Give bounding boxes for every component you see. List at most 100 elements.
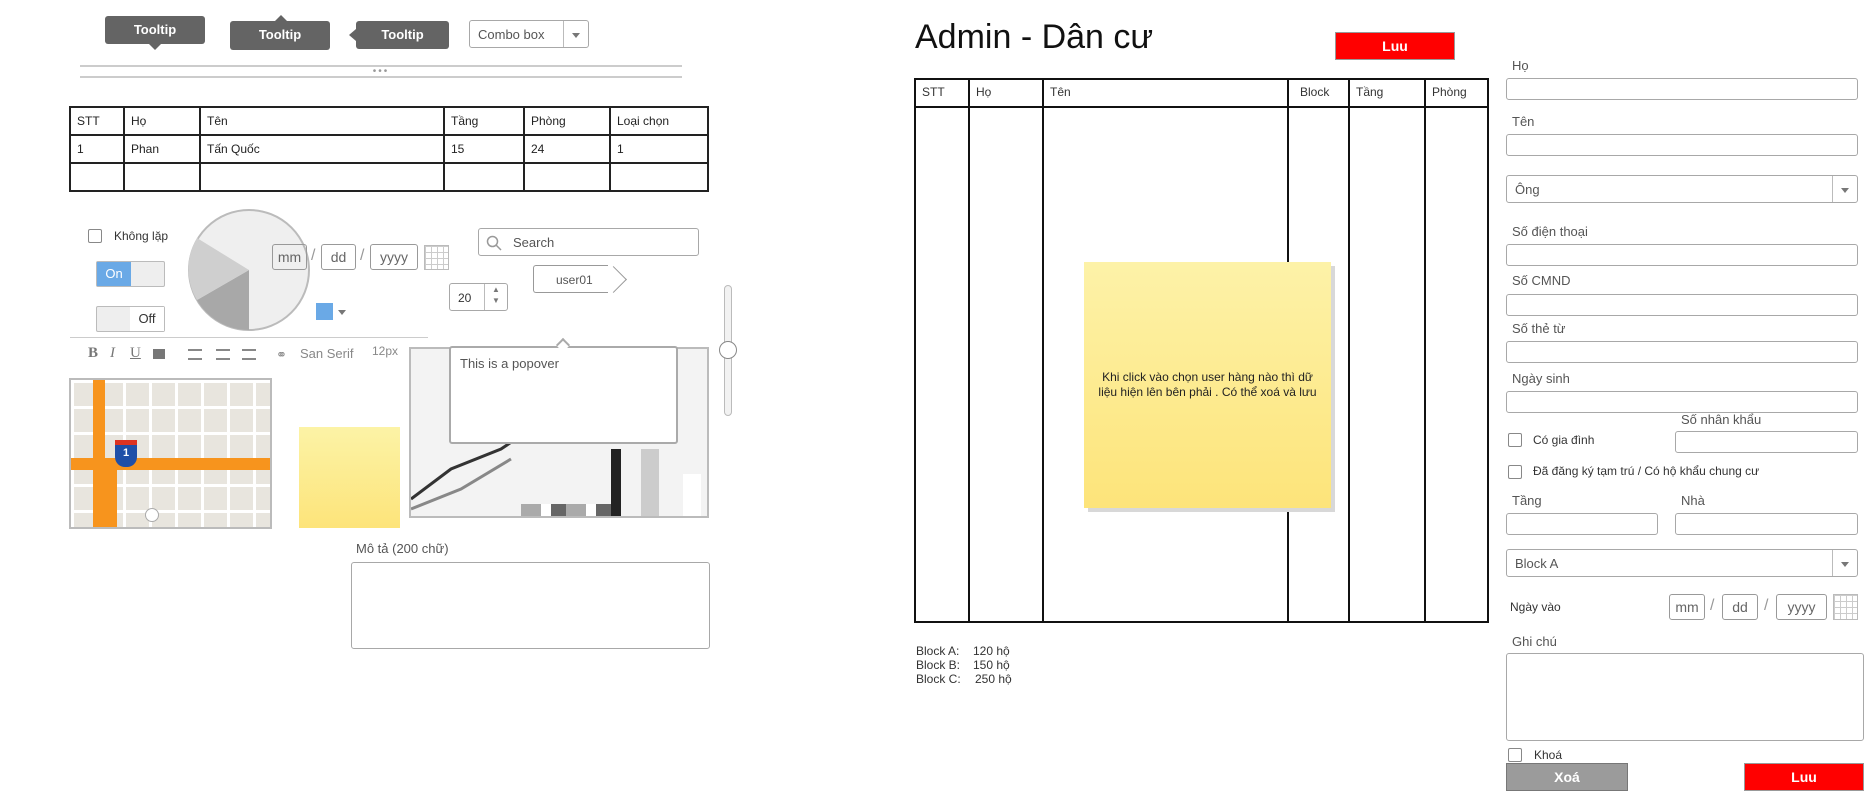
year-field[interactable]: yyyy [370, 244, 418, 270]
phone-field[interactable] [1506, 244, 1858, 266]
map-pin-icon [145, 508, 159, 522]
no-repeat-label: Không lặp [114, 229, 169, 243]
table-row[interactable]: 1 Phan Tấn Quốc 15 24 1 [69, 134, 709, 164]
month-field[interactable]: mm [272, 244, 307, 270]
label-cmnd: Số CMND [1512, 273, 1571, 288]
summary-label: Block C: [916, 672, 961, 686]
stepper-value: 20 [458, 291, 472, 305]
table-cell [523, 162, 611, 192]
tooltip-1: Tooltip [105, 16, 205, 44]
column-header-ho[interactable]: Họ [976, 85, 991, 99]
chevron-down-icon[interactable] [563, 21, 588, 47]
cmnd-field[interactable] [1506, 294, 1858, 316]
bold-icon[interactable]: B [88, 345, 98, 362]
chart-bar [641, 449, 659, 516]
column-header-ten[interactable]: Tên [1050, 85, 1071, 99]
entry-year-field[interactable]: yyyy [1776, 594, 1827, 620]
table-cell: 15 [443, 134, 525, 164]
pie-chart-icon [188, 209, 310, 331]
save-button-top[interactable]: Luu [1335, 32, 1455, 60]
delete-button[interactable]: Xoá [1506, 763, 1628, 791]
ho-field[interactable] [1506, 78, 1858, 100]
map-widget[interactable]: 1 [69, 378, 272, 529]
lock-label: Khoá [1534, 748, 1563, 762]
toggle-off[interactable]: Off [96, 306, 165, 332]
block-value: Block A [1515, 556, 1559, 571]
search-input[interactable]: Search [478, 228, 699, 256]
description-label: Mô tả (200 chữ) [356, 541, 449, 556]
family-checkbox[interactable] [1508, 433, 1522, 447]
map-highway-v2 [105, 470, 117, 527]
search-icon [486, 235, 502, 251]
calendar-icon[interactable] [1833, 594, 1858, 620]
popover-text: This is a popover [460, 356, 559, 371]
notes-textarea[interactable] [1506, 653, 1864, 741]
link-icon[interactable]: ⚭ [276, 347, 287, 363]
color-swatch[interactable] [316, 303, 333, 320]
table-cell [609, 162, 709, 192]
toggle-on[interactable]: On [96, 261, 165, 287]
card-field[interactable] [1506, 341, 1858, 363]
day-field[interactable]: dd [321, 244, 356, 270]
table-row[interactable] [69, 162, 709, 192]
summary-row: Block A: 120 hộ [916, 644, 1012, 658]
table-cell: 24 [523, 134, 611, 164]
font-family-select[interactable]: San Serif [300, 346, 353, 361]
column-header-phong[interactable]: Phòng [1432, 85, 1467, 99]
column-header-block[interactable]: Block [1300, 85, 1329, 99]
numbered-list-icon[interactable] [216, 349, 230, 360]
user-tag[interactable]: user01 [533, 265, 608, 293]
editor-toolbar: B I U ⚭ San Serif 12px [70, 337, 428, 365]
chevron-down-icon[interactable] [1832, 550, 1857, 576]
popover: This is a popover [449, 346, 678, 444]
label-notes: Ghi chú [1512, 634, 1557, 649]
registered-checkbox[interactable] [1508, 465, 1522, 479]
combo-box[interactable]: Combo box [469, 20, 589, 48]
summary-value: 120 hộ [973, 644, 1010, 658]
save-button[interactable]: Luu [1744, 763, 1864, 791]
underline-icon[interactable]: U [130, 345, 141, 362]
entry-month-field[interactable]: mm [1669, 594, 1705, 620]
text-color-icon[interactable] [153, 349, 165, 359]
floor-field[interactable] [1506, 513, 1658, 535]
column-header-stt[interactable]: STT [922, 85, 945, 99]
date-separator: / [1710, 597, 1715, 614]
font-size-select[interactable]: 12px [372, 344, 398, 358]
dob-field[interactable] [1506, 391, 1858, 413]
divider-bottom [80, 76, 682, 78]
column-header-tang[interactable]: Tầng [1356, 85, 1383, 99]
bullet-list-icon[interactable] [188, 349, 202, 360]
no-repeat-checkbox[interactable] [88, 229, 102, 243]
column-header: Phòng [523, 106, 611, 136]
summary-row: Block B: 150 hộ [916, 658, 1012, 672]
italic-icon[interactable]: I [110, 345, 115, 362]
quantity-stepper[interactable]: 20 ▲ ▼ [449, 283, 508, 311]
col-divider [1042, 80, 1044, 621]
house-field[interactable] [1675, 513, 1858, 535]
table-cell: 1 [609, 134, 709, 164]
table-cell [69, 162, 125, 192]
ten-field[interactable] [1506, 134, 1858, 156]
chevron-down-icon[interactable] [1832, 176, 1857, 202]
column-header: Tầng [443, 106, 525, 136]
date-separator: / [1764, 597, 1769, 614]
align-icon[interactable] [242, 349, 256, 360]
summary-label: Block B: [916, 658, 961, 672]
summary-value: 150 hộ [973, 658, 1010, 672]
lock-checkbox[interactable] [1508, 748, 1522, 762]
honorific-select[interactable]: Ông [1506, 175, 1858, 203]
calendar-icon[interactable] [424, 245, 449, 270]
description-textarea[interactable] [351, 562, 710, 649]
swatch-chevron-icon[interactable] [338, 310, 346, 315]
slider-handle[interactable] [719, 341, 737, 359]
block-select[interactable]: Block A [1506, 549, 1858, 577]
table-cell [443, 162, 525, 192]
label-house: Nhà [1681, 493, 1705, 508]
label-entry-date: Ngày vào [1510, 600, 1561, 614]
entry-day-field[interactable]: dd [1722, 594, 1758, 620]
table-cell [199, 162, 445, 192]
stepper-arrows-icon[interactable]: ▲ ▼ [484, 284, 507, 310]
drag-handle[interactable]: ••• [368, 67, 394, 77]
household-count-field[interactable] [1675, 431, 1858, 453]
registered-label: Đã đăng ký tạm trú / Có hộ khẩu chung cư [1533, 464, 1760, 478]
